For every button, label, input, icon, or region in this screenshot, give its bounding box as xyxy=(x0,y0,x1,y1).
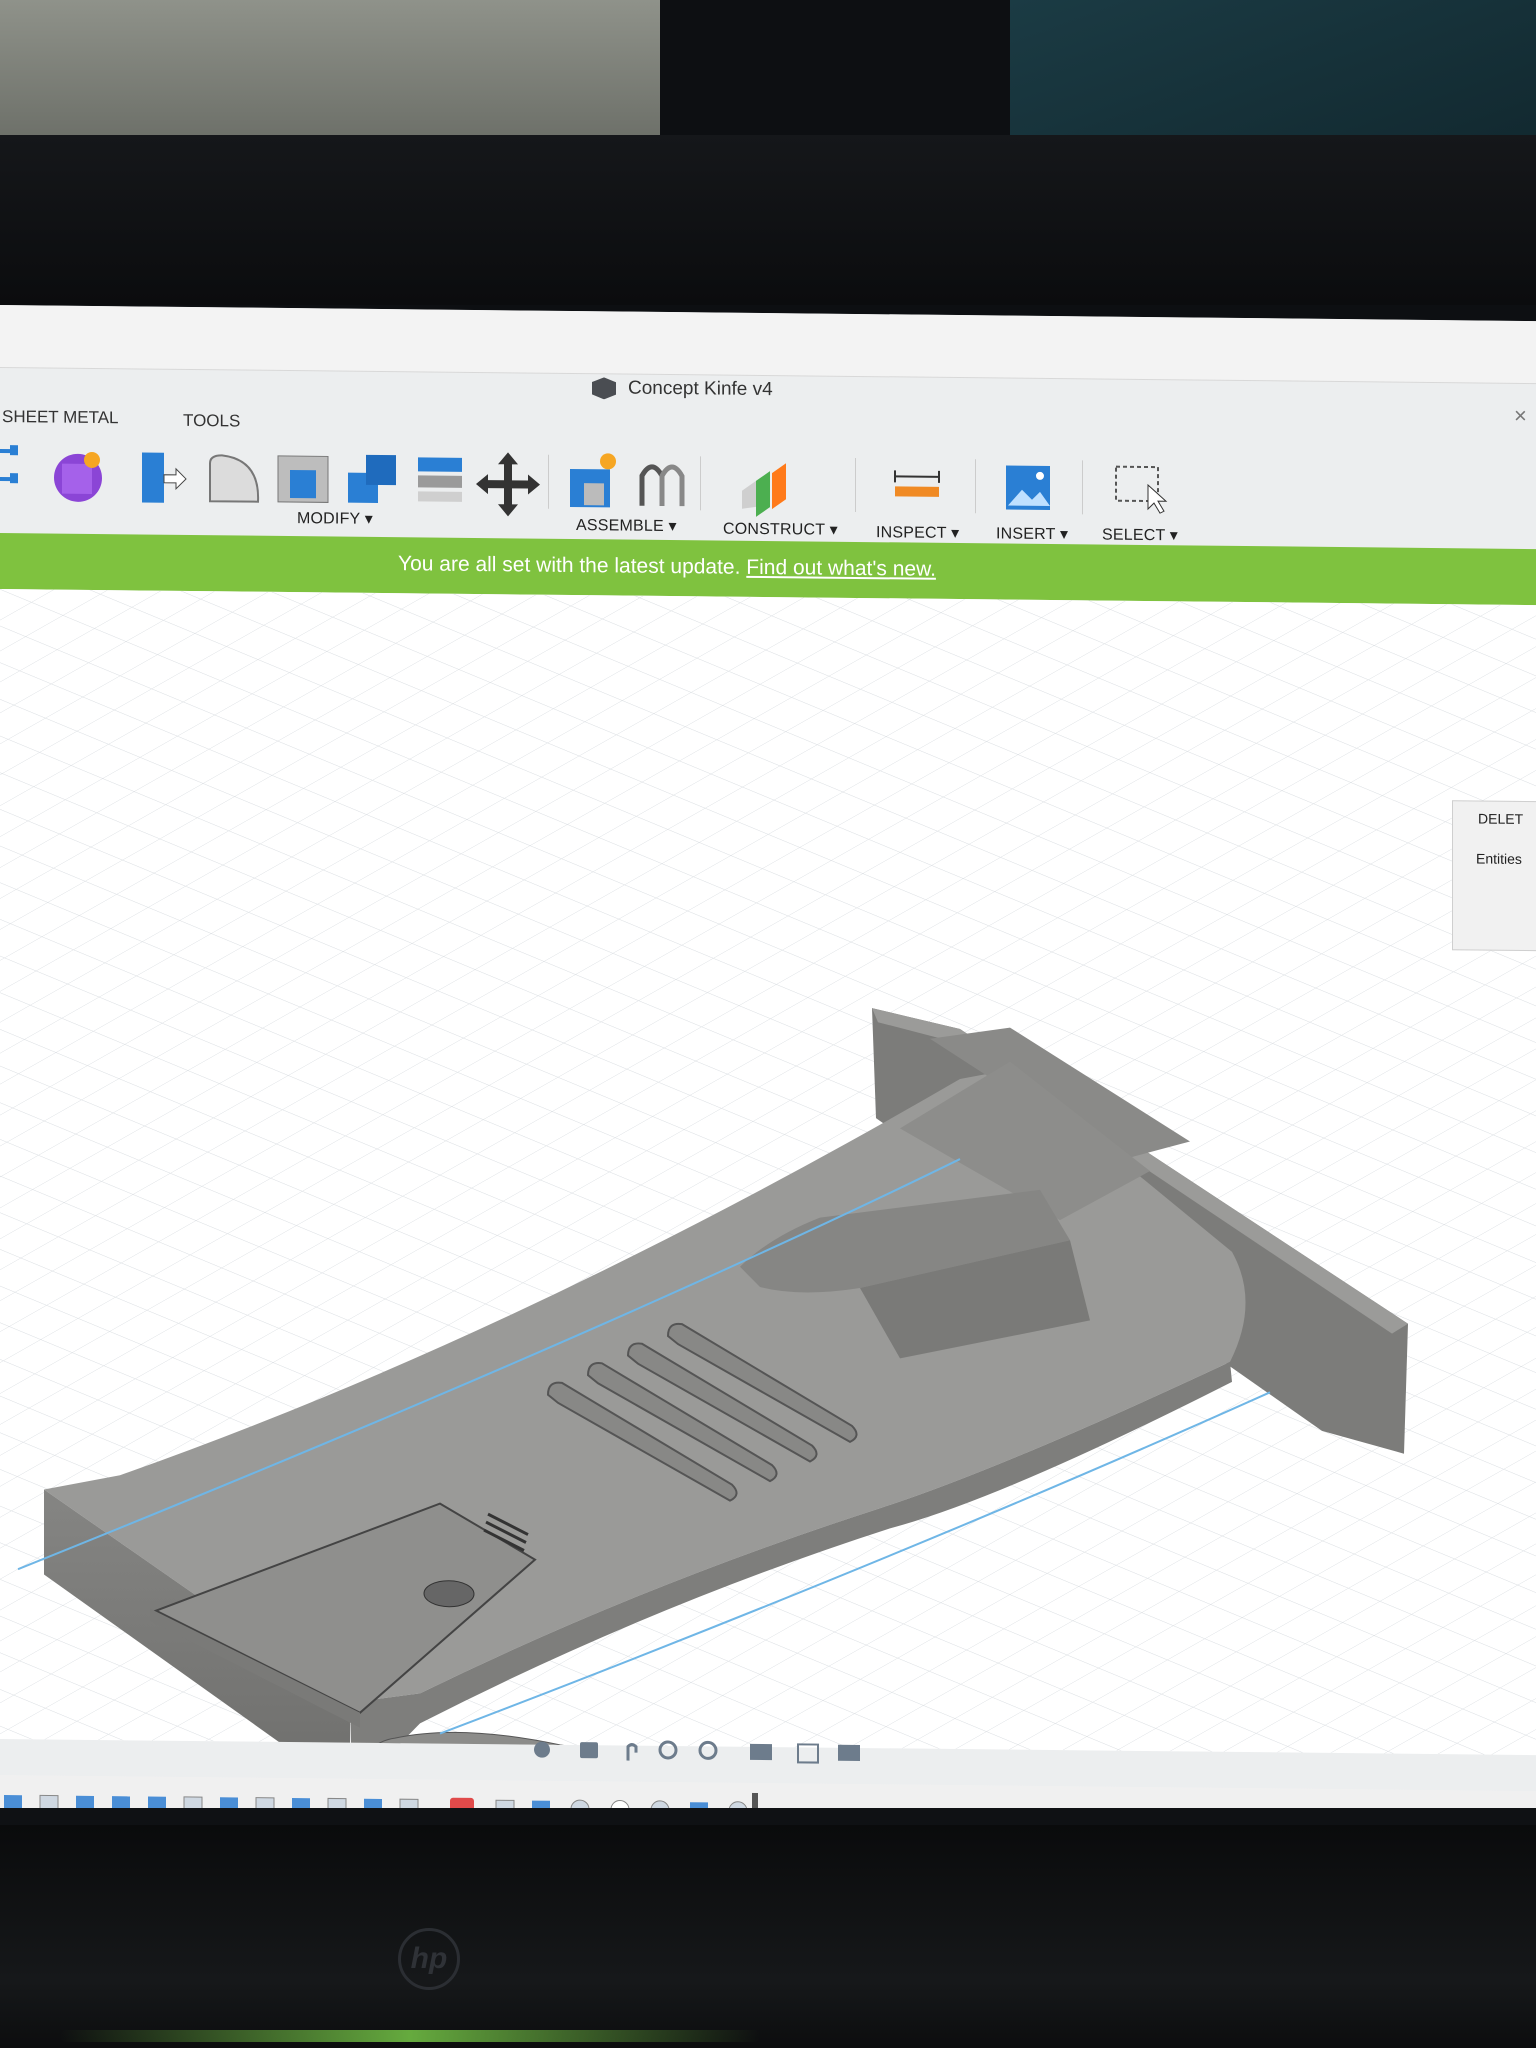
construct-menu[interactable]: CONSTRUCT ▾ xyxy=(723,519,838,540)
whats-new-link[interactable]: Find out what's new. xyxy=(746,556,936,581)
banner-message: You are all set with the latest update. xyxy=(398,552,741,579)
fit-icon[interactable] xyxy=(698,1740,718,1760)
shell-icon[interactable] xyxy=(277,455,329,503)
tab-sheet-metal[interactable]: SHEET METAL xyxy=(2,407,119,428)
insert-menu[interactable]: INSERT ▾ xyxy=(996,523,1068,544)
select-menu[interactable]: SELECT ▾ xyxy=(1102,525,1178,546)
monitor-bezel-bottom xyxy=(0,1825,1536,2048)
viewports-icon[interactable] xyxy=(838,1744,860,1762)
pan-icon[interactable] xyxy=(626,1743,638,1761)
replace-face-icon[interactable] xyxy=(418,457,462,502)
tab-tools[interactable]: TOOLS xyxy=(183,411,240,432)
inspect-menu[interactable]: INSPECT ▾ xyxy=(876,522,959,543)
combine-icon[interactable] xyxy=(348,454,396,504)
joint-icon[interactable] xyxy=(639,464,685,507)
select-box-icon[interactable] xyxy=(1115,465,1168,514)
zoom-icon[interactable] xyxy=(658,1740,678,1760)
toolbar-icons xyxy=(0,445,1168,517)
entities-label: Entities xyxy=(1476,850,1522,867)
grid-settings-icon[interactable] xyxy=(797,1743,819,1764)
hp-logo: hp xyxy=(398,1928,460,1990)
orbit-icon[interactable] xyxy=(534,1741,550,1758)
press-pull-icon[interactable] xyxy=(142,452,187,503)
desk-light-glow xyxy=(60,2030,760,2042)
sheet-metal-icon[interactable] xyxy=(0,445,18,484)
create-solid-icon[interactable] xyxy=(54,451,102,503)
measure-icon[interactable] xyxy=(894,470,940,497)
monitor-bezel-top xyxy=(0,135,1536,305)
modify-menu[interactable]: MODIFY ▾ xyxy=(297,508,373,529)
move-icon[interactable] xyxy=(476,452,540,517)
display-settings-icon[interactable] xyxy=(750,1743,772,1761)
fillet-icon[interactable] xyxy=(209,454,260,503)
model-canvas[interactable] xyxy=(0,589,1536,1756)
background-room xyxy=(0,0,660,135)
offset-plane-icon[interactable] xyxy=(742,463,786,517)
new-component-icon[interactable] xyxy=(570,453,616,508)
delete-panel-title: DELET xyxy=(1478,810,1524,827)
document-title: Concept Kinfe v4 xyxy=(628,377,773,401)
title-bar xyxy=(0,305,1536,385)
insert-image-icon[interactable] xyxy=(1006,465,1050,510)
app-window: Concept Kinfe v4 × SHEET METAL TOOLS MOD… xyxy=(0,305,1536,1842)
look-at-icon[interactable] xyxy=(580,1742,598,1759)
document-icon xyxy=(592,377,616,399)
navigation-bar xyxy=(534,1740,860,1764)
assemble-menu[interactable]: ASSEMBLE ▾ xyxy=(576,515,677,536)
close-icon[interactable]: × xyxy=(1514,403,1527,429)
